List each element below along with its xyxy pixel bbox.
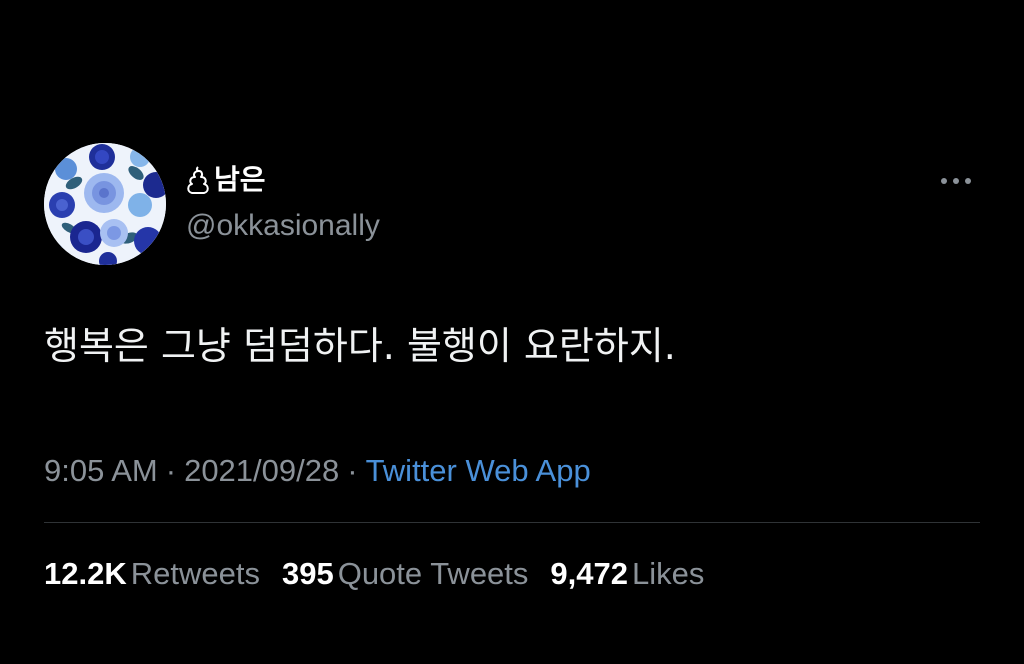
tweet-time[interactable]: 9:05 AM bbox=[44, 453, 158, 488]
likes-stat[interactable]: 9,472 Likes bbox=[550, 553, 704, 595]
more-options-icon[interactable] bbox=[934, 166, 978, 196]
poop-emoji-icon bbox=[186, 165, 210, 195]
quote-tweets-count: 395 bbox=[281, 556, 334, 591]
dot bbox=[941, 178, 947, 184]
display-name-text: 남은 bbox=[214, 163, 266, 196]
tweet-text: 행복은 그냥 덤덤하다. 불행이 요란하지. bbox=[44, 324, 676, 368]
meta-separator: · bbox=[165, 453, 177, 488]
quote-tweets-label: Quote Tweets bbox=[337, 556, 529, 591]
tweet-date[interactable]: 2021/09/28 bbox=[184, 453, 339, 488]
user-handle[interactable]: @okkasionally bbox=[186, 208, 380, 244]
tweet-meta: 9:05 AM · 2021/09/28 · Twitter Web App bbox=[44, 450, 591, 492]
dot bbox=[965, 178, 971, 184]
display-name[interactable]: 남은 bbox=[186, 160, 380, 200]
tweet-card: 남은 @okkasionally 행복은 그냥 덤덤하다. 불행이 요란하지. … bbox=[44, 0, 980, 664]
dot bbox=[953, 178, 959, 184]
tweet-stats: 12.2K Retweets 395 Quote Tweets 9,472 Likes bbox=[44, 553, 726, 595]
likes-label: Likes bbox=[632, 556, 705, 591]
avatar[interactable] bbox=[44, 143, 166, 265]
likes-count: 9,472 bbox=[550, 556, 628, 591]
quote-tweets-stat[interactable]: 395 Quote Tweets bbox=[282, 553, 528, 595]
user-info: 남은 @okkasionally bbox=[186, 160, 380, 244]
blue-roses-avatar-image bbox=[44, 143, 166, 265]
meta-separator: · bbox=[347, 453, 358, 488]
retweets-stat[interactable]: 12.2K Retweets bbox=[44, 553, 260, 595]
divider bbox=[44, 522, 980, 523]
retweets-label: Retweets bbox=[130, 556, 260, 591]
tweet-source-link[interactable]: Twitter Web App bbox=[366, 453, 591, 488]
retweets-count: 12.2K bbox=[44, 556, 127, 591]
